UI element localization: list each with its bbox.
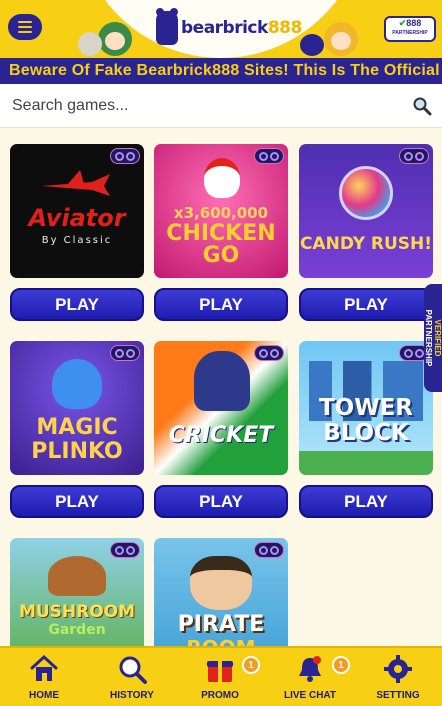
nav-label: HOME [29,690,59,701]
partnership-label: PARTNERSHIP [424,309,433,367]
game-thumbnail[interactable]: Aviator By Classic [10,144,144,278]
game-card-candy-rush[interactable]: CANDY RUSH! PLAY [299,144,433,321]
menu-button[interactable] [6,12,44,42]
provider-logo-icon [110,148,140,164]
mascot-left-small-image [78,32,102,56]
play-button[interactable]: PLAY [10,485,144,518]
menu-line [18,31,32,33]
verified-label: VERIFIED [433,319,442,357]
app-header: bearbrick888 ✔888 PARTNERSHIP [0,0,442,58]
ticker-text: Beware Of Fake Bearbrick888 Sites! This … [9,62,442,79]
history-icon [119,656,147,684]
search-icon[interactable] [412,96,432,116]
search-input[interactable] [12,84,402,128]
nav-label: HISTORY [110,690,154,701]
nav-item-setting[interactable]: SETTING [354,648,442,706]
game-card-aviator[interactable]: Aviator By Classic PLAY [10,144,144,321]
game-title: CANDY RUSH! [299,234,433,254]
pirate-image [190,556,252,610]
nav-item-history[interactable]: HISTORY [88,648,176,706]
play-button[interactable]: PLAY [154,485,288,518]
partner-label: PARTNERSHIP [392,30,428,36]
nav-label: LIVE CHAT [283,690,337,701]
bottom-navigation: HOME HISTORY 1 PROMO 1 LIVE CHAT SETTING [0,646,442,706]
ground-image [299,451,433,475]
provider-logo-icon [254,542,284,558]
game-thumbnail[interactable]: CANDY RUSH! [299,144,433,278]
cricketer-image [194,351,250,411]
search-bar [0,84,442,128]
verified-partnership-ribbon[interactable]: VERIFIED PARTNERSHIP [424,284,442,392]
mascot-left-image [98,22,132,56]
mascot-right-image [324,22,358,56]
plane-icon [42,170,110,196]
game-title: Aviator [28,204,126,232]
game-thumbnail[interactable]: CRICKET [154,341,288,475]
game-card-cricket[interactable]: CRICKET PLAY [154,341,288,518]
game-title-line-2: PLINKO [31,439,123,464]
settings-icon [384,655,412,683]
menu-line [18,21,32,23]
brand-logo[interactable]: bearbrick888 [156,8,303,46]
play-button[interactable]: PLAY [154,288,288,321]
mushroom-image [48,556,106,596]
game-card-chicken-go[interactable]: x3,600,000 CHICKEN GO PLAY [154,144,288,321]
game-title: TOWER [318,395,414,421]
partner-number: 888 [406,18,422,28]
bear-logo-icon [156,8,178,45]
announcement-ticker: Beware Of Fake Bearbrick888 Sites! This … [0,58,442,84]
mascot-right-small-image [300,34,324,56]
game-thumbnail[interactable]: TOWER BLOCK [299,341,433,475]
provider-logo-icon [254,148,284,164]
genie-image [52,359,102,409]
game-card-magic-plinko[interactable]: MAGIC PLINKO PLAY [10,341,144,518]
nav-label: PROMO [201,690,239,701]
live-chat-badge: 1 [332,656,350,674]
menu-line [18,26,32,28]
play-button[interactable]: PLAY [10,288,144,321]
game-title-line-2: BLOCK [323,420,409,446]
nav-label: SETTING [376,690,420,701]
candy-machine-image [339,166,393,220]
chicken-image [204,158,240,198]
game-subtitle: Garden [48,622,106,638]
home-icon [30,654,58,681]
game-subtitle: By Classic [41,235,113,246]
game-thumbnail[interactable]: MAGIC PLINKO [10,341,144,475]
game-title: MUSHROOM [18,602,136,622]
play-button[interactable]: PLAY [299,485,433,518]
nav-item-promo[interactable]: 1 PROMO [176,648,264,706]
game-multiplier: x3,600,000 [173,204,269,222]
game-title-suffix: GO [202,243,240,268]
game-thumbnail[interactable]: x3,600,000 CHICKEN GO [154,144,288,278]
provider-logo-icon [110,542,140,558]
live-chat-icon [299,656,321,682]
nav-item-live-chat[interactable]: 1 LIVE CHAT [266,648,354,706]
nav-item-home[interactable]: HOME [0,648,88,706]
provider-logo-icon [110,345,140,361]
promo-icon [207,661,233,682]
partnership-badge[interactable]: ✔888 PARTNERSHIP [384,16,436,42]
provider-logo-icon [399,148,429,164]
game-title: PIRATE [177,612,265,637]
promo-badge: 1 [242,656,260,674]
game-title: CHICKEN [166,221,276,246]
provider-logo-icon [254,345,284,361]
logo-text: bearbrick [181,18,268,38]
logo-number: 888 [267,18,303,38]
play-button[interactable]: PLAY [299,288,433,321]
game-card-tower-block[interactable]: TOWER BLOCK PLAY [299,341,433,518]
game-title: CRICKET [168,423,274,448]
game-title: MAGIC [36,415,118,440]
